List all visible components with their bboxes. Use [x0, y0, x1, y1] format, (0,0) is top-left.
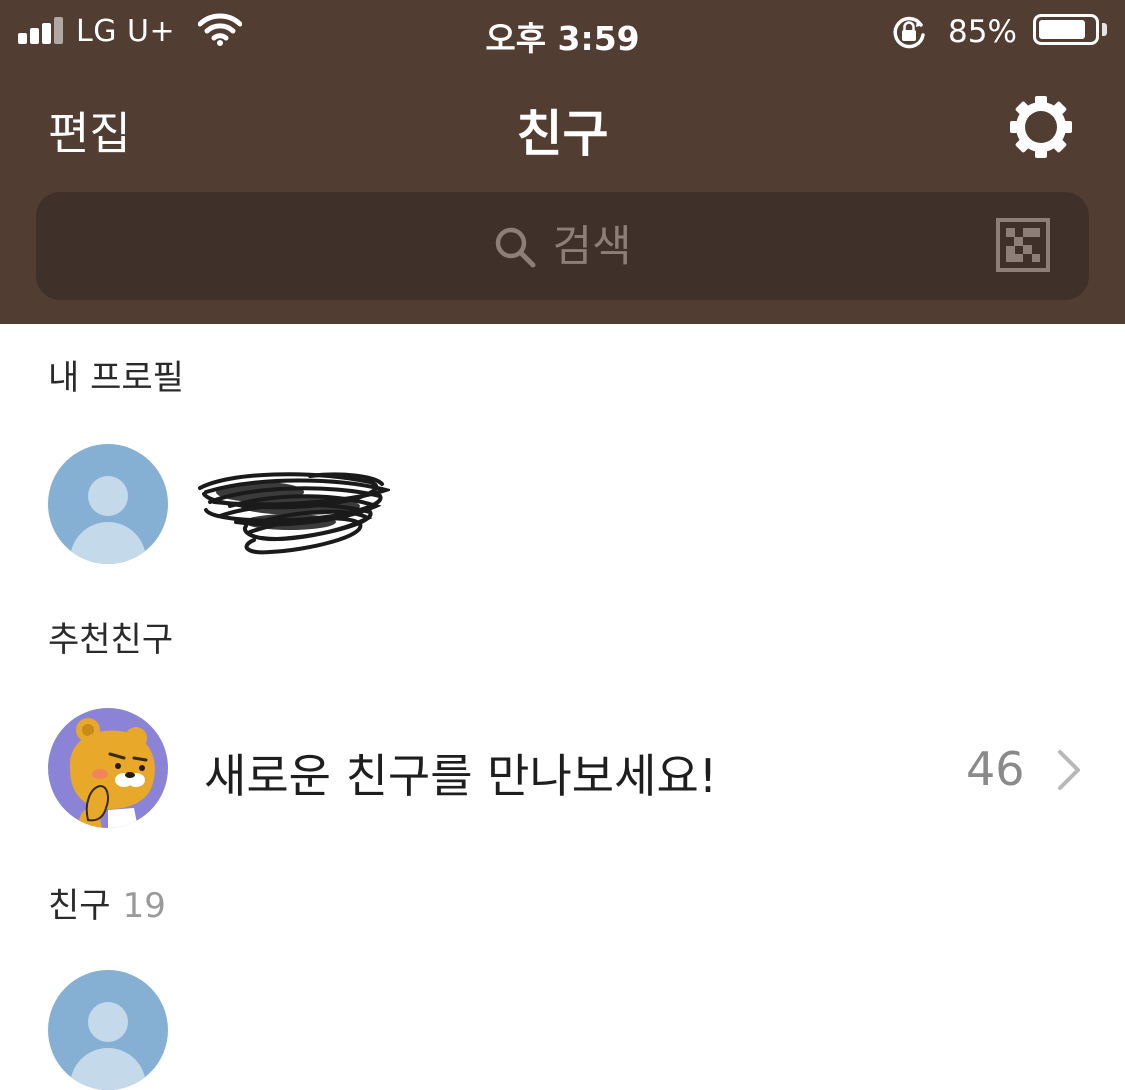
qr-code-icon[interactable] [996, 218, 1050, 272]
avatar-body [70, 522, 146, 564]
battery-percent: 85% [948, 14, 1017, 50]
friends-section-label: 친구 19 [48, 878, 166, 927]
recommended-section-label: 추천친구 [48, 620, 174, 660]
search-field[interactable]: 검색 [36, 192, 1089, 300]
chevron-right-icon[interactable] [1054, 748, 1084, 792]
search-bar[interactable]: 검색 [36, 192, 1089, 300]
page-title: 친구 [516, 105, 609, 163]
battery-level-fill [1039, 20, 1085, 39]
avatar-body [70, 1048, 146, 1090]
rotation-lock-icon [893, 16, 925, 49]
friend-avatar-partial[interactable] [48, 970, 168, 1090]
search-placeholder: 검색 [552, 221, 632, 272]
avatar-head [88, 476, 128, 516]
my-profile-section-label: 내 프로필 [48, 358, 184, 398]
gear-icon[interactable] [1008, 94, 1074, 160]
battery-icon [1033, 14, 1099, 45]
status-bar: LG U+ 오후 3:59 85% [0, 0, 1125, 66]
ryan-bear-icon [69, 718, 155, 828]
recommended-friends-row-text[interactable]: 새로운 친구를 만나보세요! [204, 740, 717, 806]
my-profile-avatar[interactable] [48, 444, 168, 564]
redacted-name-scribble [198, 472, 390, 555]
battery-cap [1102, 23, 1107, 36]
avatar-head [88, 1002, 128, 1042]
ryan-character-avatar[interactable] [48, 708, 168, 828]
friends-count: 19 [122, 886, 166, 926]
friends-label-text: 친구 [48, 886, 111, 926]
top-header: LG U+ 오후 3:59 85% 편집 친구 검색 [0, 0, 1125, 324]
search-icon [496, 227, 536, 267]
recommended-count: 46 [966, 742, 1025, 796]
